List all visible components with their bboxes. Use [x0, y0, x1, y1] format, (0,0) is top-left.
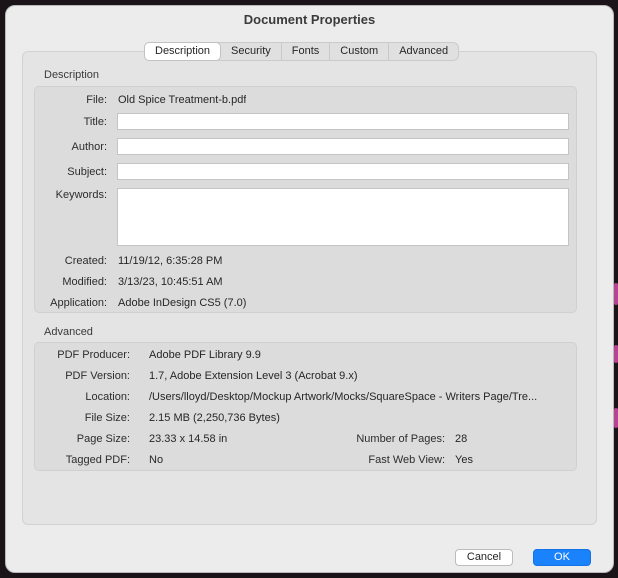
title-label: Title: [83, 116, 107, 128]
application-label: Application: [50, 297, 107, 309]
tab-custom[interactable]: Custom [330, 43, 390, 60]
pdf-producer-value: Adobe PDF Library 9.9 [149, 349, 261, 361]
ok-button[interactable]: OK [533, 549, 591, 566]
number-of-pages-value: 28 [455, 433, 468, 445]
tab-description[interactable]: Description [144, 42, 222, 61]
application-value: Adobe InDesign CS5 (7.0) [118, 297, 247, 309]
description-section-title: Description [44, 69, 100, 81]
location-label: Location: [85, 391, 130, 403]
description-box: File: Old Spice Treatment-b.pdf Title: A… [34, 86, 577, 313]
file-value: Old Spice Treatment-b.pdf [118, 94, 247, 106]
document-properties-dialog: Document Properties Description Security… [5, 5, 614, 573]
created-value: 11/19/12, 6:35:28 PM [118, 255, 223, 267]
advanced-section-title: Advanced [44, 326, 93, 338]
pdf-version-value: 1.7, Adobe Extension Level 3 (Acrobat 9.… [149, 370, 358, 382]
tab-security[interactable]: Security [221, 43, 282, 60]
file-size-value: 2.15 MB (2,250,736 Bytes) [149, 412, 280, 424]
author-label: Author: [71, 141, 107, 153]
file-label: File: [86, 94, 107, 106]
cancel-button[interactable]: Cancel [455, 549, 513, 566]
created-label: Created: [64, 255, 107, 267]
page-size-value: 23.33 x 14.58 in [149, 433, 228, 445]
modified-value: 3/13/23, 10:45:51 AM [118, 276, 223, 288]
author-field[interactable] [117, 138, 569, 155]
background-accent [614, 283, 618, 305]
pdf-producer-label: PDF Producer: [57, 349, 130, 361]
fast-web-view-label: Fast Web View: [368, 454, 445, 466]
pdf-version-label: PDF Version: [65, 370, 130, 382]
advanced-box: PDF Producer: Adobe PDF Library 9.9 PDF … [34, 342, 577, 471]
subject-label: Subject: [67, 166, 107, 178]
background-accent [614, 345, 618, 363]
tagged-pdf-value: No [149, 454, 164, 466]
tab-advanced[interactable]: Advanced [389, 43, 458, 60]
background-accent [614, 408, 618, 428]
dialog-title: Document Properties [243, 12, 376, 27]
tab-fonts[interactable]: Fonts [282, 43, 331, 60]
keywords-label: Keywords: [55, 189, 107, 201]
modified-label: Modified: [62, 276, 107, 288]
tab-bar: Description Security Fonts Custom Advanc… [144, 42, 460, 61]
page-size-label: Page Size: [76, 433, 130, 445]
title-field[interactable] [117, 113, 569, 130]
location-value: /Users/lloyd/Desktop/Mockup Artwork/Mock… [149, 391, 538, 403]
fast-web-view-value: Yes [455, 454, 473, 466]
tagged-pdf-label: Tagged PDF: [65, 454, 130, 466]
file-size-label: File Size: [84, 412, 130, 424]
number-of-pages-label: Number of Pages: [356, 433, 445, 445]
subject-field[interactable] [117, 163, 569, 180]
keywords-field[interactable] [117, 188, 569, 246]
